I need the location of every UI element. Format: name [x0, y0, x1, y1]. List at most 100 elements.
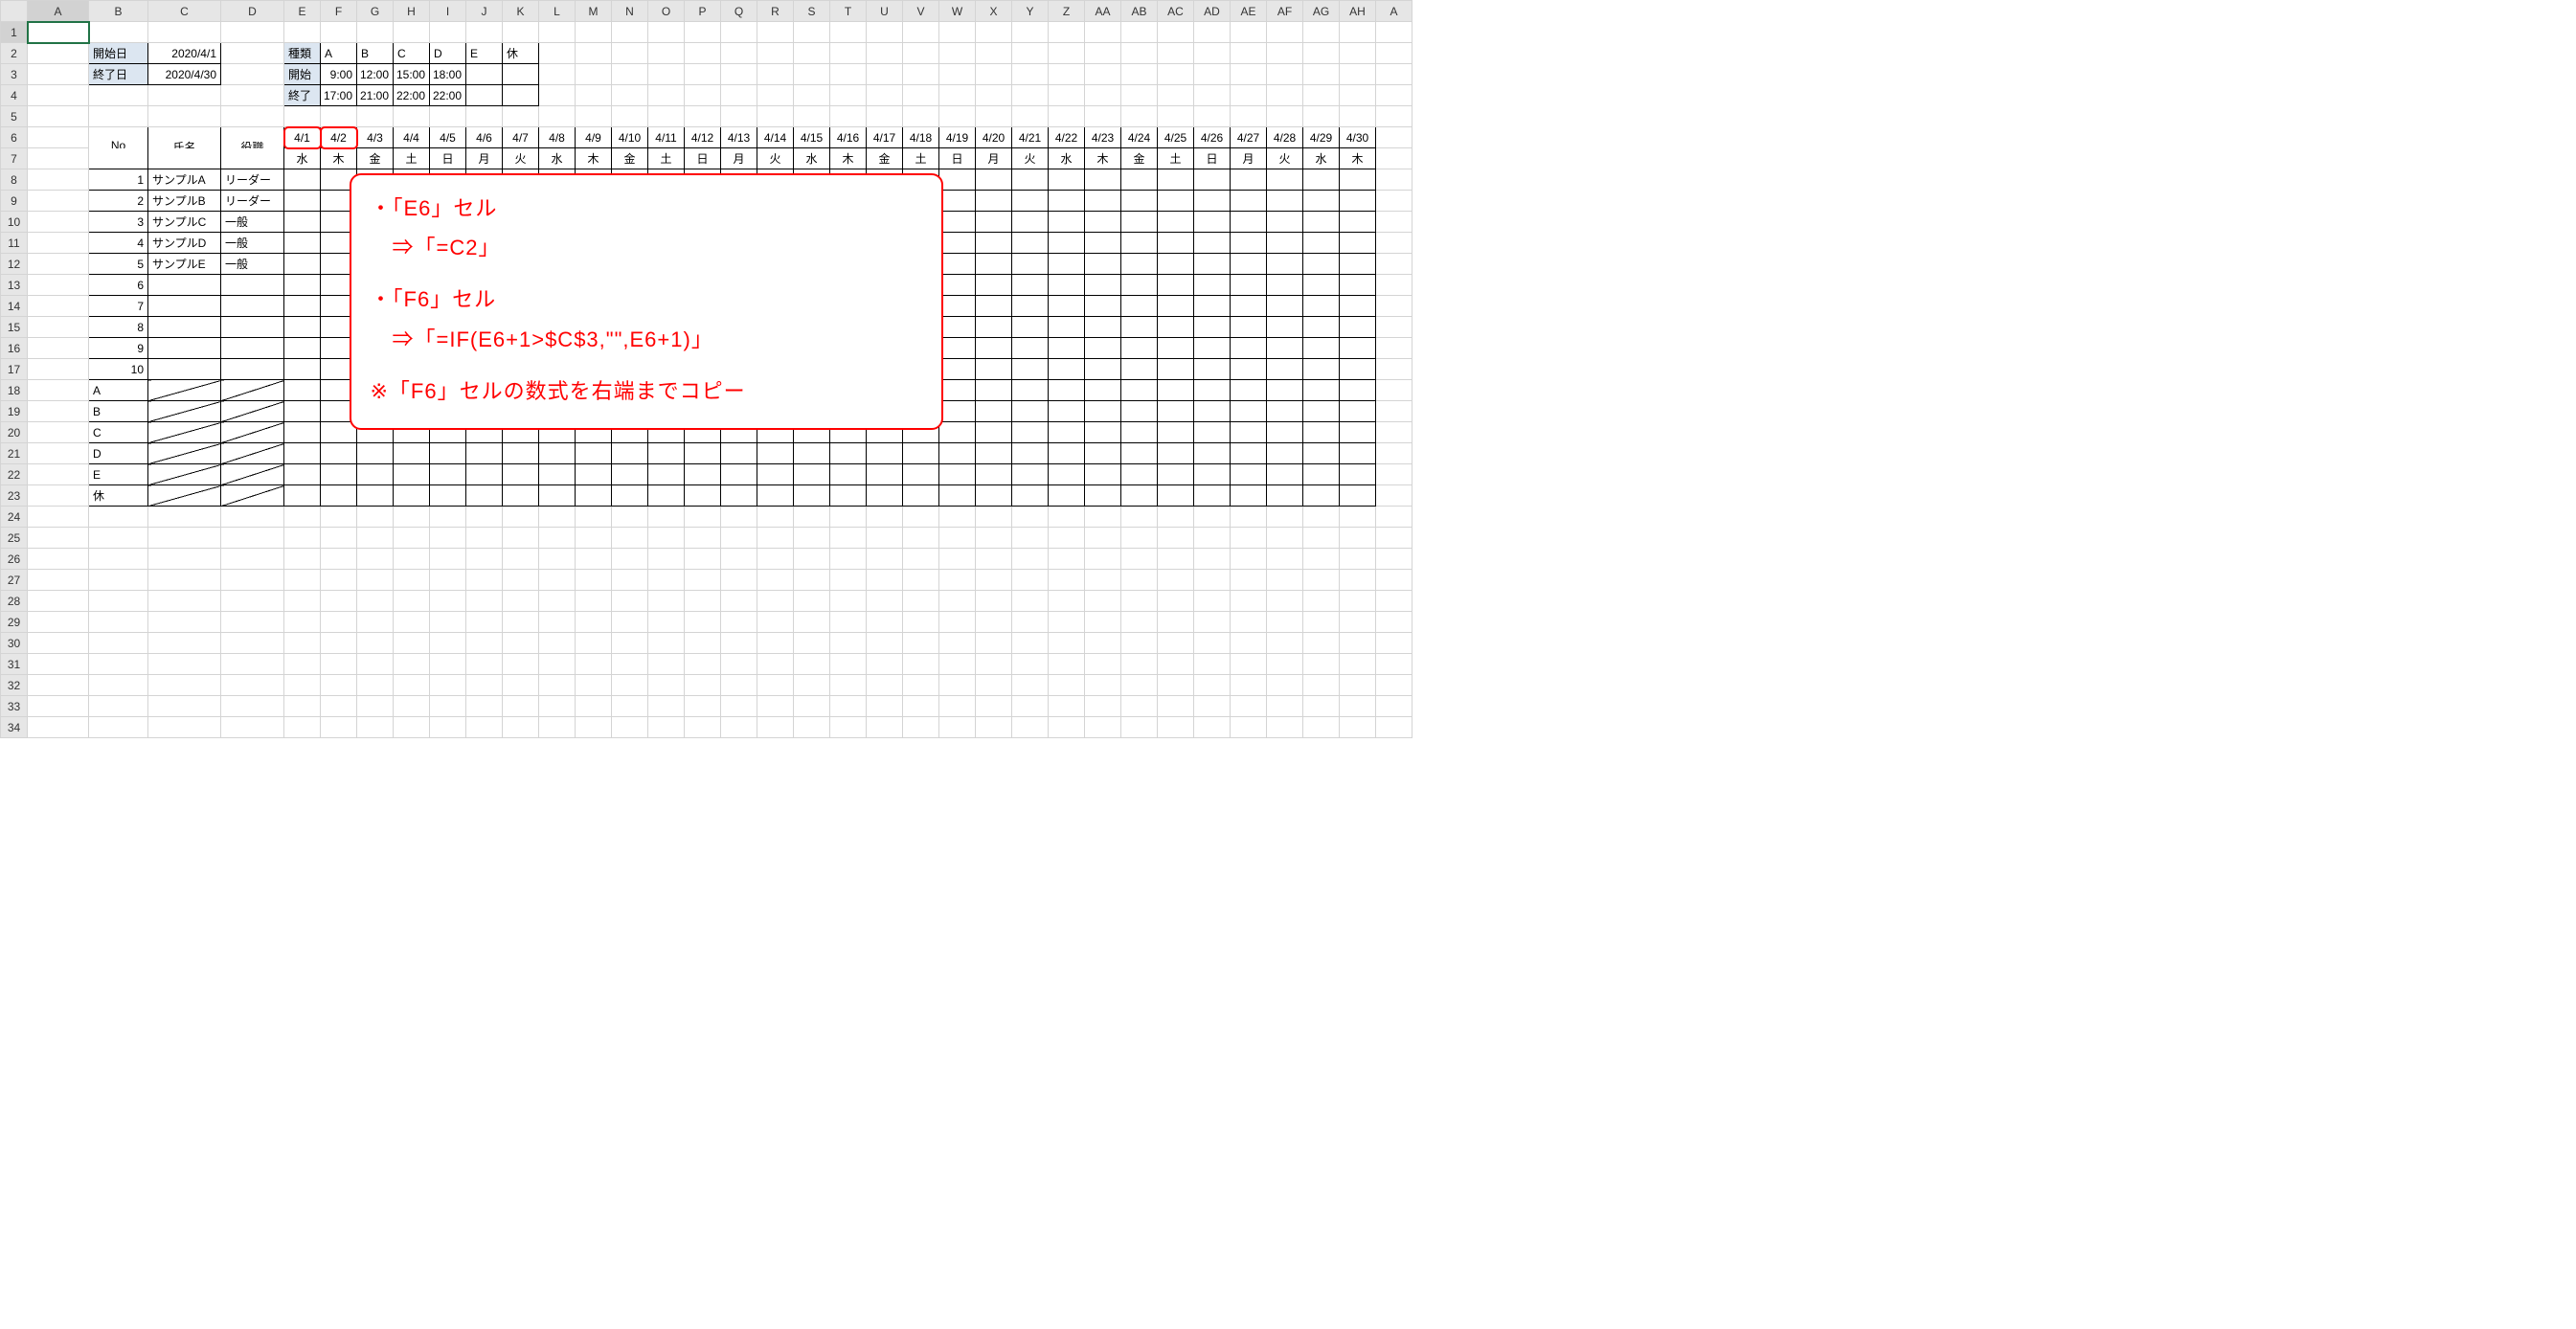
cell[interactable] [357, 106, 394, 127]
cell[interactable] [1085, 570, 1121, 591]
cell[interactable] [1340, 275, 1376, 296]
cell[interactable] [1012, 654, 1049, 675]
cell[interactable] [394, 675, 430, 696]
cell[interactable] [430, 507, 466, 528]
cell[interactable] [939, 296, 976, 317]
cell[interactable] [1303, 317, 1340, 338]
cell[interactable] [221, 317, 284, 338]
cell[interactable] [794, 85, 830, 106]
cell[interactable] [867, 612, 903, 633]
cell[interactable]: 4/11 [648, 127, 685, 148]
cell[interactable] [1231, 233, 1267, 254]
cell[interactable] [28, 422, 89, 443]
cell[interactable] [1267, 191, 1303, 212]
cell[interactable] [1231, 549, 1267, 570]
cell[interactable] [612, 443, 648, 464]
cell[interactable] [394, 717, 430, 738]
cell[interactable]: 4/21 [1012, 127, 1049, 148]
cell[interactable] [1303, 22, 1340, 43]
cell[interactable] [394, 464, 430, 485]
cell[interactable] [1194, 401, 1231, 422]
cell[interactable] [1049, 443, 1085, 464]
cell[interactable] [1158, 254, 1194, 275]
cell[interactable] [539, 464, 576, 485]
column-header[interactable]: G [357, 1, 394, 22]
cell[interactable] [284, 401, 321, 422]
row-header[interactable]: 21 [1, 443, 28, 464]
cell[interactable] [1194, 317, 1231, 338]
cell[interactable] [539, 43, 576, 64]
cell[interactable] [830, 654, 867, 675]
cell[interactable] [148, 443, 221, 464]
cell[interactable] [648, 85, 685, 106]
cell[interactable] [1085, 717, 1121, 738]
cell[interactable]: 日 [1194, 148, 1231, 169]
cell[interactable] [976, 22, 1012, 43]
row-header[interactable]: 12 [1, 254, 28, 275]
cell[interactable] [648, 528, 685, 549]
cell[interactable] [1194, 275, 1231, 296]
cell[interactable] [28, 254, 89, 275]
cell[interactable] [1231, 464, 1267, 485]
cell[interactable]: 終了 [284, 85, 321, 106]
cell[interactable]: 2020/4/30 [148, 64, 221, 85]
cell[interactable] [1049, 64, 1085, 85]
cell[interactable]: 水 [284, 148, 321, 169]
cell[interactable]: 4/18 [903, 127, 939, 148]
cell[interactable] [976, 43, 1012, 64]
cell[interactable] [757, 549, 794, 570]
cell[interactable] [903, 22, 939, 43]
cell[interactable] [1158, 528, 1194, 549]
cell[interactable] [148, 85, 221, 106]
cell[interactable] [466, 591, 503, 612]
cell[interactable] [939, 591, 976, 612]
cell[interactable] [1376, 127, 1412, 148]
cell[interactable] [1121, 106, 1158, 127]
cell[interactable] [903, 528, 939, 549]
cell[interactable]: 土 [903, 148, 939, 169]
cell[interactable] [1231, 317, 1267, 338]
cell[interactable] [148, 422, 221, 443]
cell[interactable]: C [89, 422, 148, 443]
cell[interactable] [794, 443, 830, 464]
cell[interactable] [539, 22, 576, 43]
cell[interactable] [976, 654, 1012, 675]
cell[interactable] [939, 654, 976, 675]
cell[interactable] [1376, 633, 1412, 654]
cell[interactable] [148, 296, 221, 317]
cell[interactable] [1376, 696, 1412, 717]
column-header[interactable]: AE [1231, 1, 1267, 22]
cell[interactable] [466, 85, 503, 106]
cell[interactable] [1012, 359, 1049, 380]
cell[interactable] [1267, 549, 1303, 570]
cell[interactable] [321, 612, 357, 633]
cell[interactable] [794, 549, 830, 570]
cell[interactable]: B [89, 401, 148, 422]
cell[interactable] [1376, 675, 1412, 696]
cell[interactable] [89, 85, 148, 106]
cell[interactable] [1376, 485, 1412, 507]
cell[interactable] [148, 338, 221, 359]
cell[interactable] [28, 549, 89, 570]
cell[interactable] [1194, 338, 1231, 359]
cell[interactable] [685, 717, 721, 738]
cell[interactable]: 休 [503, 43, 539, 64]
cell[interactable] [1267, 275, 1303, 296]
column-header[interactable]: AG [1303, 1, 1340, 22]
cell[interactable] [721, 696, 757, 717]
cell[interactable] [1158, 64, 1194, 85]
cell[interactable] [1231, 191, 1267, 212]
cell[interactable]: 4/3 [357, 127, 394, 148]
cell[interactable] [612, 570, 648, 591]
column-header[interactable]: AH [1340, 1, 1376, 22]
cell[interactable] [1376, 591, 1412, 612]
cell[interactable] [28, 654, 89, 675]
cell[interactable] [1303, 43, 1340, 64]
cell[interactable] [1121, 675, 1158, 696]
cell[interactable] [466, 675, 503, 696]
cell[interactable] [284, 233, 321, 254]
cell[interactable] [221, 401, 284, 422]
cell[interactable] [284, 717, 321, 738]
cell[interactable]: 18:00 [430, 64, 466, 85]
cell[interactable] [1340, 422, 1376, 443]
